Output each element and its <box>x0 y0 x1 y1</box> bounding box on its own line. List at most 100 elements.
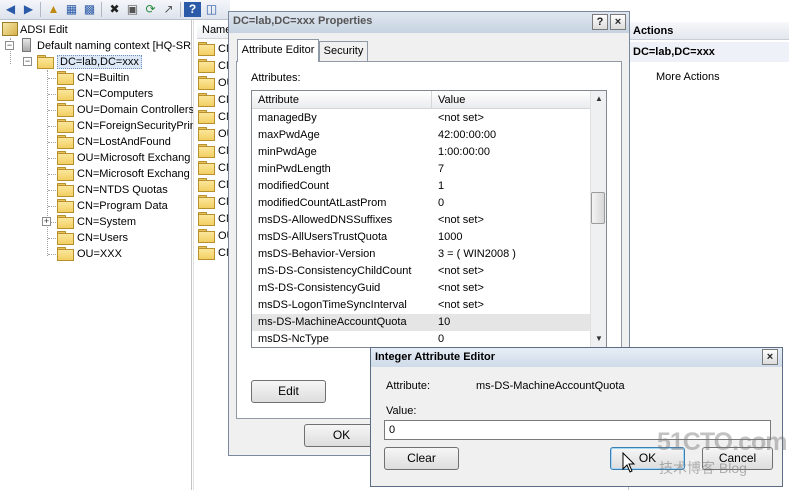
folder-icon <box>57 135 74 149</box>
actions-subtitle[interactable]: DC=lab,DC=xxx <box>629 42 789 62</box>
tree-node[interactable]: CN=Builtin <box>57 70 129 86</box>
scroll-up-icon[interactable]: ▲ <box>591 91 607 107</box>
attribute-value-cell: 10 <box>438 316 451 328</box>
table-row[interactable]: msDS-NcType 0 <box>252 331 590 345</box>
tree-node[interactable]: OU=XXX <box>57 246 122 262</box>
tree-node[interactable]: CN=Users <box>57 230 128 246</box>
tree-node[interactable]: CN=ForeignSecurityPrin <box>57 118 196 134</box>
list-item[interactable]: CN <box>198 211 230 227</box>
list-item[interactable]: CN <box>198 109 230 125</box>
list-item[interactable]: CN <box>198 245 230 261</box>
cancel-button[interactable]: Cancel <box>702 447 773 470</box>
more-actions-link[interactable]: More Actions <box>656 70 720 84</box>
attribute-value-cell: 3 = ( WIN2008 ) <box>438 248 516 260</box>
attribute-value-cell: 1000 <box>438 231 463 243</box>
edit-button[interactable]: Edit <box>251 380 326 403</box>
show-hide-icon[interactable]: ▩ <box>81 2 98 17</box>
clear-button[interactable]: Clear <box>384 447 459 470</box>
list-item[interactable]: CN <box>198 177 230 193</box>
table-row[interactable]: mS-DS-ConsistencyChildCount <not set> <box>252 263 590 280</box>
value-input[interactable] <box>384 420 771 440</box>
forward-arrow-icon[interactable]: ▶ <box>20 2 37 17</box>
scroll-down-icon[interactable]: ▼ <box>591 331 607 347</box>
collapse-toggle[interactable]: − <box>23 57 32 66</box>
tree-node[interactable]: CN=System <box>57 214 136 230</box>
refresh-icon[interactable]: ⟳ <box>142 2 159 17</box>
console-tree-icon[interactable]: ▦ <box>63 2 80 17</box>
attribute-name-cell: mS-DS-ConsistencyGuid <box>258 282 381 294</box>
tree-node-label: CN=Builtin <box>77 72 130 84</box>
help-icon[interactable]: ? <box>184 2 201 17</box>
export-icon[interactable]: ↗ <box>160 2 177 17</box>
table-row[interactable]: minPwdLength 7 <box>252 161 590 178</box>
tab-security[interactable]: Security <box>319 41 368 61</box>
tree-node[interactable]: OU=Domain Controllers <box>57 102 194 118</box>
column-header-value[interactable]: Value <box>432 91 590 109</box>
close-button[interactable]: × <box>610 14 626 30</box>
tree-node-label: CN=LostAndFound <box>77 136 171 148</box>
window-icon[interactable]: ◫ <box>203 2 220 17</box>
tree-naming-context[interactable]: Default naming context [HQ-SR <box>22 38 191 54</box>
attribute-name-cell: msDS-Behavior-Version <box>258 248 376 260</box>
attribute-value-cell: <not set> <box>438 282 484 294</box>
table-row[interactable]: msDS-Behavior-Version 3 = ( WIN2008 ) <box>252 246 590 263</box>
close-button[interactable]: × <box>762 349 778 365</box>
tree-connector <box>48 174 56 175</box>
table-row[interactable]: ms-DS-MachineAccountQuota 10 <box>252 314 590 331</box>
folder-icon <box>198 178 215 192</box>
table-row[interactable]: mS-DS-ConsistencyGuid <not set> <box>252 280 590 297</box>
table-row[interactable]: msDS-AllUsersTrustQuota 1000 <box>252 229 590 246</box>
up-folder-icon[interactable]: ▲ <box>45 2 62 17</box>
help-button[interactable]: ? <box>592 14 608 30</box>
collapse-toggle[interactable]: − <box>5 41 14 50</box>
table-row[interactable]: modifiedCount 1 <box>252 178 590 195</box>
list-item[interactable]: OU <box>198 75 230 91</box>
tree-root-label: ADSI Edit <box>20 24 68 36</box>
tree-node[interactable]: OU=Microsoft Exchang <box>57 150 190 166</box>
properties-icon[interactable]: ▣ <box>124 2 141 17</box>
tree-node-label: CN=Computers <box>77 88 154 100</box>
delete-icon[interactable]: ✖ <box>106 2 123 17</box>
attribute-name-cell: msDS-AllowedDNSSuffixes <box>258 214 393 226</box>
scrollbar-thumb[interactable] <box>591 192 605 224</box>
table-row[interactable]: minPwdAge 1:00:00:00 <box>252 144 590 161</box>
table-row[interactable]: managedBy <not set> <box>252 110 590 127</box>
list-item[interactable]: CN <box>198 160 230 176</box>
adsi-edit-icon <box>2 22 18 36</box>
back-arrow-icon[interactable]: ◀ <box>2 2 19 17</box>
list-item[interactable]: CN <box>198 194 230 210</box>
attribute-value-cell: <not set> <box>438 112 484 124</box>
table-row[interactable]: msDS-LogonTimeSyncInterval <not set> <box>252 297 590 314</box>
table-row[interactable]: modifiedCountAtLastProm 0 <box>252 195 590 212</box>
list-item[interactable]: CN <box>198 41 230 57</box>
properties-ok-button[interactable]: OK <box>304 424 379 447</box>
tree-node[interactable]: CN=NTDS Quotas <box>57 182 168 198</box>
list-item[interactable]: CN <box>198 143 230 159</box>
folder-icon <box>57 103 74 117</box>
tree-node[interactable]: CN=Program Data <box>57 198 168 214</box>
tree-connector <box>48 94 56 95</box>
folder-icon <box>198 59 215 73</box>
toolbar-separator <box>101 2 102 17</box>
tree-node-label: CN=System <box>77 216 136 228</box>
attribute-name-cell: msDS-LogonTimeSyncInterval <box>258 299 407 311</box>
tree-node[interactable]: CN=Microsoft Exchang <box>57 166 190 182</box>
table-row[interactable]: msDS-AllowedDNSSuffixes <not set> <box>252 212 590 229</box>
tree-node-selected[interactable]: DC=lab,DC=xxx <box>37 54 142 70</box>
column-header-attribute[interactable]: Attribute <box>252 91 432 109</box>
expand-toggle[interactable]: + <box>42 217 51 226</box>
tree-connector <box>47 70 48 256</box>
tree-node[interactable]: CN=Computers <box>57 86 153 102</box>
list-item[interactable]: OU <box>198 228 230 244</box>
tree-root-adsi-edit[interactable]: ADSI Edit <box>2 22 68 38</box>
attribute-name-cell: msDS-NcType <box>258 333 329 345</box>
list-item[interactable]: CN <box>198 58 230 74</box>
attribute-value-cell: 1 <box>438 180 445 192</box>
name-column-header[interactable]: Name <box>197 21 231 39</box>
list-item[interactable]: OU <box>198 126 230 142</box>
folder-icon <box>57 119 74 133</box>
list-item[interactable]: CN <box>198 92 230 108</box>
tab-attribute-editor[interactable]: Attribute Editor <box>237 39 319 62</box>
table-row[interactable]: maxPwdAge 42:00:00:00 <box>252 127 590 144</box>
tree-node[interactable]: CN=LostAndFound <box>57 134 171 150</box>
